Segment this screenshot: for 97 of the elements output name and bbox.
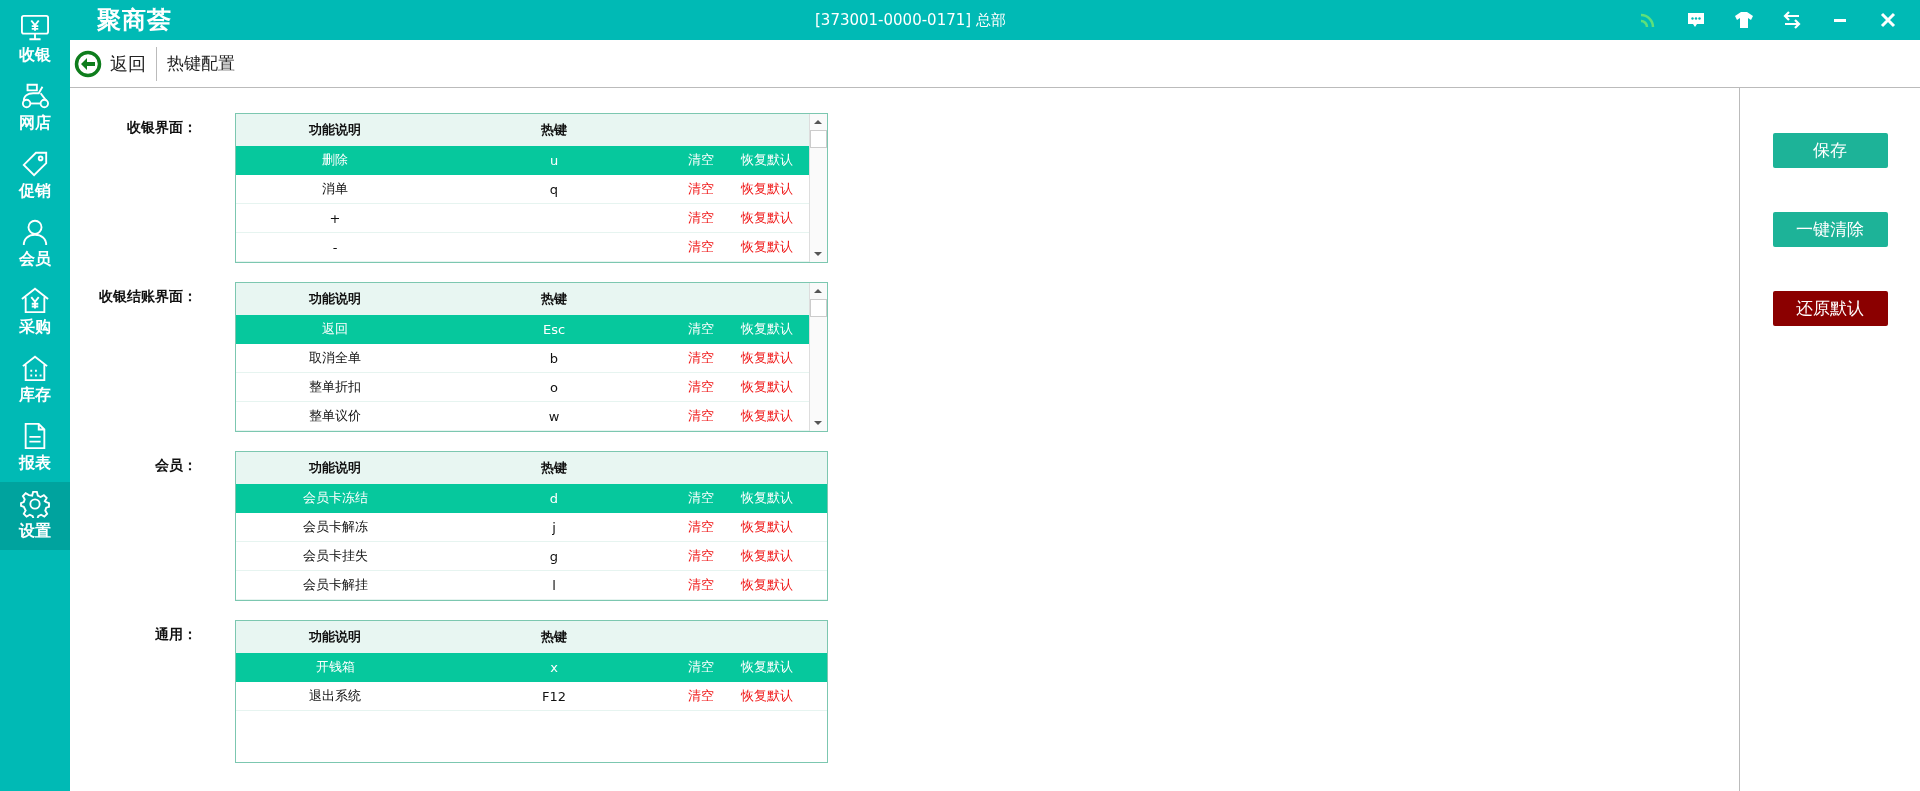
- table-row[interactable]: 整单议价 w 清空 恢复默认: [236, 402, 809, 431]
- column-header: 热键: [540, 628, 568, 646]
- column-header: 热键: [540, 121, 568, 139]
- table-cell-text: 开钱箱: [314, 658, 356, 676]
- table-row[interactable]: 整单折扣 o 清空 恢复默认: [236, 373, 809, 402]
- table-cell-text: 消单: [321, 180, 349, 198]
- app-logo: 聚商荟: [97, 5, 172, 36]
- table-row[interactable]: 会员卡挂失 g 清空 恢复默认: [236, 542, 827, 571]
- clear-link[interactable]: 清空: [674, 209, 728, 227]
- reset-link[interactable]: 恢复默认: [728, 349, 806, 367]
- section-title: 会员：: [154, 456, 197, 475]
- column-header: 功能说明: [308, 459, 362, 477]
- sidebar-item[interactable]: 促销: [0, 142, 70, 210]
- clear-link[interactable]: 清空: [674, 407, 728, 425]
- close-icon[interactable]: [1878, 10, 1898, 30]
- person-icon: [20, 218, 50, 246]
- reset-link[interactable]: 恢复默认: [728, 209, 806, 227]
- table-cell-text: 取消全单: [308, 349, 362, 367]
- scroll-thumb[interactable]: [810, 299, 827, 317]
- reset-link[interactable]: 恢复默认: [728, 547, 806, 565]
- table-cell-text: b: [548, 350, 560, 366]
- reset-link[interactable]: 恢复默认: [728, 407, 806, 425]
- table-cell-text: F12: [541, 688, 567, 704]
- column-header: 热键: [540, 459, 568, 477]
- column-header: 功能说明: [308, 628, 362, 646]
- section-title: 收银结账界面：: [98, 287, 197, 306]
- scrollbar[interactable]: [809, 283, 827, 431]
- action-button[interactable]: 保存: [1772, 133, 1888, 168]
- table-cell-text: 退出系统: [308, 687, 362, 705]
- store-name: [373001-0000-0171] 总部: [815, 10, 1006, 30]
- table-cell-text: j: [551, 519, 557, 535]
- table-cell-text: 删除: [321, 151, 349, 169]
- action-button[interactable]: 一键清除: [1772, 212, 1888, 247]
- clear-link[interactable]: 清空: [674, 576, 728, 594]
- sidebar-item[interactable]: 库存: [0, 346, 70, 414]
- reset-link[interactable]: 恢复默认: [728, 687, 806, 705]
- clear-link[interactable]: 清空: [674, 687, 728, 705]
- column-header: 热键: [540, 290, 568, 308]
- table-cell-text: x: [549, 659, 559, 675]
- table-cell-text: Esc: [541, 321, 567, 337]
- table-cell-text: 会员卡冻结: [301, 489, 369, 507]
- clear-link[interactable]: 清空: [674, 378, 728, 396]
- table-cell-text: w: [547, 408, 561, 424]
- warehouse-icon: [20, 354, 50, 382]
- table-cell-text: 整单折扣: [308, 378, 362, 396]
- table-cell-text: -: [331, 239, 339, 255]
- table-cell-text: 返回: [321, 320, 349, 338]
- scroll-thumb[interactable]: [810, 130, 827, 148]
- table-row[interactable]: 会员卡解挂 l 清空 恢复默认: [236, 571, 827, 600]
- table-row[interactable]: - 清空 恢复默认: [236, 233, 809, 262]
- table-cell-text: u: [548, 152, 560, 168]
- sidebar-item[interactable]: 收银: [0, 6, 70, 74]
- clear-link[interactable]: 清空: [674, 238, 728, 256]
- tag-icon: [20, 150, 50, 178]
- table-cell-text: 会员卡解冻: [301, 518, 369, 536]
- column-header: 功能说明: [308, 121, 362, 139]
- sidebar-item[interactable]: 报表: [0, 414, 70, 482]
- shirt-icon[interactable]: [1734, 10, 1754, 30]
- sidebar-item[interactable]: 设置: [0, 482, 70, 550]
- table-cell-text: g: [548, 548, 560, 564]
- table-cell-text: l: [551, 577, 557, 593]
- column-header: 功能说明: [308, 290, 362, 308]
- table-cell-text: +: [328, 210, 342, 226]
- sidebar-item[interactable]: 会员: [0, 210, 70, 278]
- table-row[interactable]: 取消全单 b 清空 恢复默认: [236, 344, 809, 373]
- sidebar-item[interactable]: 采购: [0, 278, 70, 346]
- table-row[interactable]: 退出系统 F12 清空 恢复默认: [236, 682, 827, 711]
- table-cell-text: d: [548, 490, 560, 506]
- clear-link[interactable]: 清空: [674, 547, 728, 565]
- table-row[interactable]: 会员卡解冻 j 清空 恢复默认: [236, 513, 827, 542]
- settings-icon: [20, 490, 50, 518]
- page-title: 热键配置: [167, 52, 235, 75]
- action-button[interactable]: 还原默认: [1772, 291, 1888, 326]
- clear-link[interactable]: 清空: [674, 518, 728, 536]
- reset-link[interactable]: 恢复默认: [728, 518, 806, 536]
- table-cell-text: 整单议价: [308, 407, 362, 425]
- monitor-icon: [20, 14, 50, 42]
- clear-link[interactable]: 清空: [674, 180, 728, 198]
- reset-link[interactable]: 恢复默认: [728, 238, 806, 256]
- clear-link[interactable]: 清空: [674, 349, 728, 367]
- section-title: 通用：: [154, 625, 197, 644]
- table-cell-text: o: [549, 379, 559, 395]
- back-button[interactable]: 返回: [70, 46, 157, 81]
- scrollbar[interactable]: [809, 114, 827, 262]
- table-row[interactable]: 消单 q 清空 恢复默认: [236, 175, 809, 204]
- sidebar-item[interactable]: 网店: [0, 74, 70, 142]
- reset-link[interactable]: 恢复默认: [728, 576, 806, 594]
- house-yen-icon: [20, 286, 50, 314]
- reset-link[interactable]: 恢复默认: [728, 180, 806, 198]
- reset-link[interactable]: 恢复默认: [728, 378, 806, 396]
- table-cell-text: 会员卡解挂: [301, 576, 369, 594]
- table-cell-text: q: [548, 181, 560, 197]
- table-row[interactable]: + 清空 恢复默认: [236, 204, 809, 233]
- scooter-icon: [20, 82, 50, 110]
- swap-icon[interactable]: [1782, 10, 1802, 30]
- table-cell-text: 会员卡挂失: [301, 547, 369, 565]
- section-title: 收银界面：: [126, 118, 197, 137]
